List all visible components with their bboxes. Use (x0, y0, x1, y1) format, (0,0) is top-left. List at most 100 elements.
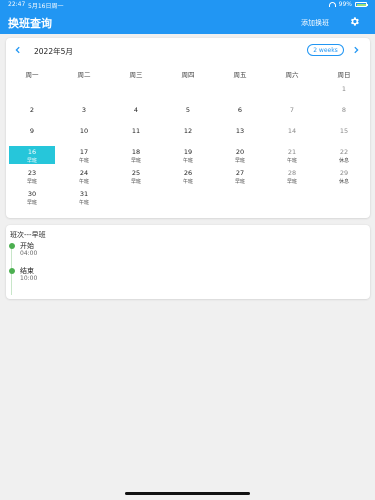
calendar-day[interactable]: 20 早班 (217, 146, 263, 164)
chevron-left-icon[interactable] (14, 46, 22, 54)
day-shift-label: 早班 (26, 179, 37, 185)
battery-icon (355, 2, 368, 7)
calendar-day[interactable]: 3 (61, 104, 107, 122)
day-number: 1 (341, 85, 347, 93)
day-shift-label: 午班 (182, 158, 193, 164)
day-number: 17 (79, 148, 89, 156)
calendar-day[interactable]: 6 (217, 104, 263, 122)
calendar-day[interactable]: 25 早班 (113, 167, 159, 185)
weekday-label: 周三 (129, 71, 143, 79)
calendar-day[interactable]: 24 午班 (61, 167, 107, 185)
calendar-day[interactable]: 17 午班 (61, 146, 107, 164)
day-shift-label: 早班 (26, 200, 37, 206)
calendar-day[interactable]: 13 (217, 125, 263, 143)
calendar-day[interactable]: 23 早班 (9, 167, 55, 185)
day-shift-label: 早班 (26, 158, 37, 164)
status-indicators: 99% (328, 1, 368, 8)
day-shift-label: 早班 (234, 158, 245, 164)
day-number: 5 (185, 106, 191, 114)
calendar-day[interactable]: 1 (321, 83, 367, 101)
day-number: 28 (287, 169, 297, 177)
day-shift-label: 休息 (338, 179, 349, 185)
calendar-day[interactable]: 19 午班 (165, 146, 211, 164)
timeline-dot (8, 268, 15, 274)
day-number: 11 (131, 127, 141, 135)
day-number: 9 (29, 127, 35, 135)
chevron-right-icon[interactable] (352, 46, 360, 54)
calendar-day[interactable]: 2 (9, 104, 55, 122)
day-number: 20 (235, 148, 245, 156)
day-number: 26 (183, 169, 193, 177)
day-number: 15 (339, 127, 349, 135)
day-number: 3 (81, 106, 87, 114)
shift-detail-card: 班次---早班 开始 04:00 结束 10:00 (6, 225, 370, 299)
day-shift-label: 午班 (78, 158, 89, 164)
weekday-label: 周四 (181, 71, 195, 79)
day-shift-label: 午班 (78, 179, 89, 185)
weekday-label: 周日 (337, 71, 351, 79)
calendar-day[interactable]: 29 休息 (321, 167, 367, 185)
timeline-dot (8, 243, 15, 249)
day-number: 30 (27, 190, 37, 198)
calendar-card: 2022年5月 2 weeks 周一 周二 周三 周四 周五 周六 周日 123… (6, 38, 370, 218)
day-number: 18 (131, 148, 141, 156)
status-bar: 22:47 5月16日周一 99% (0, 0, 375, 10)
calendar-day[interactable]: 12 (165, 125, 211, 143)
home-indicator[interactable] (125, 492, 250, 495)
day-shift-label: 午班 (78, 200, 89, 206)
format-toggle-button[interactable]: 2 weeks (307, 44, 344, 56)
calendar-day[interactable]: 9 (9, 125, 55, 143)
day-number: 25 (131, 169, 141, 177)
calendar-day[interactable]: 31 午班 (61, 188, 107, 206)
app-bar: 换班查询 添加换班 (0, 10, 375, 34)
day-shift-label: 午班 (286, 158, 297, 164)
calendar-day[interactable]: 16 早班 (9, 146, 55, 164)
day-number: 4 (133, 106, 139, 114)
calendar-day[interactable]: 27 早班 (217, 167, 263, 185)
status-time: 22:47 (8, 1, 26, 8)
calendar-day[interactable]: 14 (269, 125, 315, 143)
calendar-day[interactable]: 15 (321, 125, 367, 143)
calendar-day[interactable]: 4 (113, 104, 159, 122)
day-number: 23 (27, 169, 37, 177)
day-number: 2 (29, 106, 35, 114)
day-number: 8 (341, 106, 347, 114)
calendar-day[interactable]: 7 (269, 104, 315, 122)
add-shift-swap-button[interactable]: 添加换班 (301, 18, 329, 28)
gear-icon[interactable] (349, 16, 360, 27)
weekday-label: 周一 (25, 71, 39, 79)
weekday-label: 周五 (233, 71, 247, 79)
shift-detail-title: 班次---早班 (10, 231, 46, 239)
wifi-icon (328, 2, 336, 7)
day-number: 16 (27, 148, 37, 156)
weekday-label: 周六 (285, 71, 299, 79)
day-shift-label: 午班 (182, 179, 193, 185)
timeline-end-time: 10:00 (20, 275, 38, 282)
day-number: 13 (235, 127, 245, 135)
calendar-day[interactable]: 30 早班 (9, 188, 55, 206)
day-number: 7 (289, 106, 295, 114)
calendar-day[interactable]: 5 (165, 104, 211, 122)
day-number: 6 (237, 106, 243, 114)
day-number: 19 (183, 148, 193, 156)
calendar-day[interactable]: 26 午班 (165, 167, 211, 185)
day-number: 14 (287, 127, 297, 135)
timeline-start-time: 04:00 (20, 250, 38, 257)
day-number: 31 (79, 190, 89, 198)
day-number: 22 (339, 148, 349, 156)
day-shift-label: 早班 (130, 158, 141, 164)
calendar-day[interactable]: 10 (61, 125, 107, 143)
day-number: 10 (79, 127, 89, 135)
calendar-day[interactable]: 8 (321, 104, 367, 122)
day-shift-label: 早班 (286, 179, 297, 185)
calendar-day[interactable]: 18 早班 (113, 146, 159, 164)
month-title: 2022年5月 (34, 47, 73, 56)
calendar-day[interactable]: 22 休息 (321, 146, 367, 164)
page-title: 换班查询 (8, 17, 52, 30)
day-number: 21 (287, 148, 297, 156)
day-shift-label: 休息 (338, 158, 349, 164)
calendar-day[interactable]: 28 早班 (269, 167, 315, 185)
calendar-day[interactable]: 11 (113, 125, 159, 143)
calendar-day[interactable]: 21 午班 (269, 146, 315, 164)
day-shift-label: 早班 (130, 179, 141, 185)
